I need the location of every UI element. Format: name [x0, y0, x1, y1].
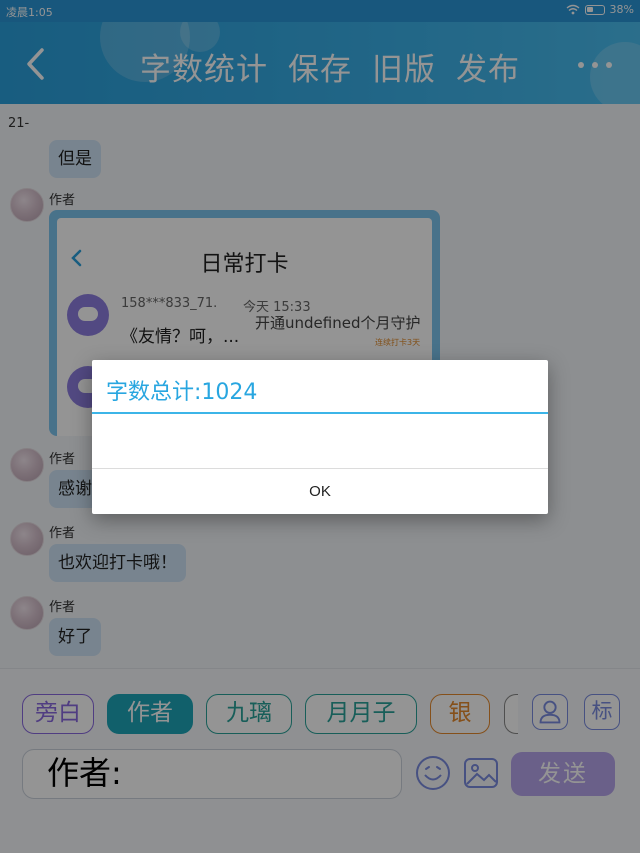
word-count-dialog: 字数总计:1024 OK	[92, 360, 548, 514]
dialog-body	[92, 414, 548, 468]
ok-button[interactable]: OK	[92, 469, 548, 514]
dialog-title: 字数总计:1024	[106, 380, 258, 405]
